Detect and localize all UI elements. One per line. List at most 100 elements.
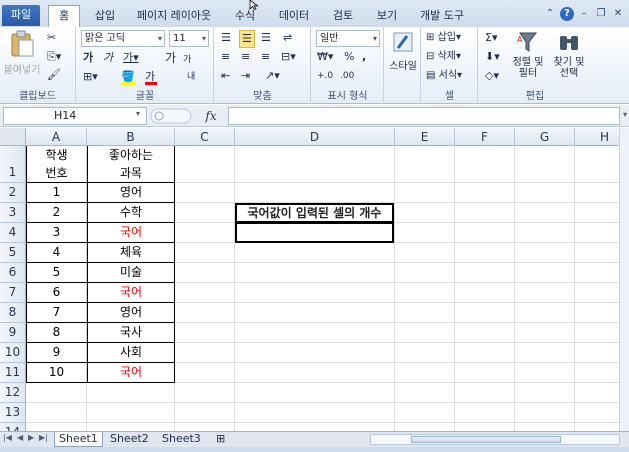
autosum-icon[interactable]: Σ▾ xyxy=(485,30,497,46)
next-sheet-icon[interactable]: ▶ xyxy=(28,433,34,442)
horizontal-scrollbar[interactable] xyxy=(370,434,620,445)
ribbon-collapse-icon[interactable]: ⌃ xyxy=(543,7,557,21)
column-header[interactable]: C xyxy=(175,128,235,146)
table-cell[interactable]: 미술 xyxy=(87,263,175,282)
table-cell[interactable]: 10 xyxy=(26,363,87,382)
table-cell[interactable]: 좋아하는 xyxy=(87,147,175,164)
column-header[interactable]: B xyxy=(87,128,175,146)
align-bottom-icon[interactable]: ☰ xyxy=(261,30,271,46)
find-select-button[interactable]: 찾기 및 선택 xyxy=(549,30,589,79)
percent-button[interactable]: % xyxy=(344,49,354,65)
insert-cells-button[interactable]: ⊞ 삽입▾ xyxy=(426,30,461,46)
worksheet-grid[interactable]: ABCDEFGH 1234567891011121314 학생번호좋아하는과목1… xyxy=(0,128,619,431)
column-header[interactable]: F xyxy=(455,128,515,146)
formula-input[interactable] xyxy=(228,107,620,125)
help-icon[interactable]: ? xyxy=(560,7,574,21)
align-middle-icon[interactable]: ☰ xyxy=(239,30,255,48)
wrap-text-icon[interactable]: ⇌ xyxy=(283,30,292,46)
row-header[interactable]: 8 xyxy=(0,303,26,323)
italic-button[interactable]: 가 xyxy=(103,50,113,66)
merge-center-icon[interactable]: ⊟▾ xyxy=(281,49,296,65)
sheet-tab-1[interactable]: Sheet1 xyxy=(54,432,103,447)
row-header[interactable]: 7 xyxy=(0,283,26,303)
formula-zoom-slider[interactable] xyxy=(150,108,192,124)
row-header[interactable]: 9 xyxy=(0,323,26,343)
row-header[interactable]: 1 xyxy=(0,146,26,183)
table-cell[interactable]: 국어 xyxy=(87,283,175,302)
bold-button[interactable]: 가 xyxy=(83,50,93,66)
minimize-icon[interactable]: – xyxy=(577,7,591,21)
close-icon[interactable]: ✕ xyxy=(611,7,625,21)
align-right-icon[interactable]: ≡ xyxy=(261,49,270,65)
tab-view[interactable]: 보기 xyxy=(372,6,402,28)
table-cell[interactable]: 2 xyxy=(26,203,87,222)
table-cell[interactable]: 국사 xyxy=(87,323,175,342)
row-header[interactable]: 5 xyxy=(0,243,26,263)
horizontal-scroll-thumb[interactable] xyxy=(411,436,561,443)
align-center-icon[interactable]: ≡ xyxy=(241,49,250,65)
row-header[interactable]: 4 xyxy=(0,223,26,243)
row-header[interactable]: 12 xyxy=(0,383,26,403)
restore-icon[interactable]: ❐ xyxy=(594,7,608,21)
sort-filter-button[interactable]: A 정렬 및 필터 xyxy=(509,30,547,79)
font-size-select[interactable]: 11 ▾ xyxy=(169,30,209,47)
paste-button[interactable]: 붙여넣기 xyxy=(3,30,41,88)
currency-icon[interactable]: ₩▾ xyxy=(317,49,333,65)
tab-page-layout[interactable]: 페이지 레이아웃 xyxy=(134,6,214,28)
table-cell[interactable]: 수학 xyxy=(87,203,175,222)
table-cell[interactable]: 5 xyxy=(26,263,87,282)
table-cell[interactable]: 6 xyxy=(26,283,87,302)
row-header[interactable]: 3 xyxy=(0,203,26,223)
vertical-scrollbar[interactable] xyxy=(619,128,629,431)
tab-file[interactable]: 파일 xyxy=(2,5,40,26)
grow-font-button[interactable]: 가 xyxy=(165,50,176,66)
column-header[interactable]: E xyxy=(395,128,455,146)
table-cell[interactable]: 체육 xyxy=(87,243,175,262)
table-cell[interactable]: 국어 xyxy=(87,223,175,242)
shrink-font-button[interactable]: 가 xyxy=(183,52,191,68)
cut-icon[interactable]: ✂ xyxy=(47,30,56,46)
styles-button[interactable]: 스타일 xyxy=(387,30,419,72)
select-all-corner[interactable] xyxy=(0,128,26,146)
table-cell[interactable]: 과목 xyxy=(87,165,175,182)
font-color-icon[interactable]: 가 xyxy=(145,69,157,85)
table-cell[interactable]: 사회 xyxy=(87,343,175,362)
tab-developer[interactable]: 개발 도구 xyxy=(416,6,468,28)
table-cell[interactable]: 영어 xyxy=(87,303,175,322)
last-sheet-icon[interactable]: ▶| xyxy=(39,433,48,442)
table-cell[interactable]: 번호 xyxy=(26,165,87,182)
decrease-decimal-icon[interactable]: .00 xyxy=(340,68,354,84)
clear-icon[interactable]: ◇▾ xyxy=(485,68,499,84)
borders-icon[interactable]: ⊞▾ xyxy=(83,69,98,85)
orientation-icon[interactable]: ↗▾ xyxy=(265,68,280,84)
expand-formula-bar-icon[interactable]: ▾ xyxy=(623,110,627,119)
tab-insert[interactable]: 삽입 xyxy=(90,6,120,28)
table-cell[interactable]: 학생 xyxy=(26,147,87,164)
copy-icon[interactable]: ⎘▾ xyxy=(47,49,61,65)
column-header[interactable]: D xyxy=(235,128,395,146)
format-painter-icon[interactable]: 🖌 xyxy=(47,67,61,83)
row-header[interactable]: 10 xyxy=(0,343,26,363)
phonetic-icon[interactable]: 내 xyxy=(187,69,195,85)
insert-sheet-icon[interactable]: ⊞ xyxy=(212,432,229,447)
result-label-cell[interactable]: 국어값이 입력된 셀의 개수 xyxy=(235,203,394,223)
insert-function-button[interactable]: fx xyxy=(196,107,226,125)
prev-sheet-icon[interactable]: ◀ xyxy=(17,433,23,442)
table-cell[interactable]: 9 xyxy=(26,343,87,362)
table-cell[interactable]: 국어 xyxy=(87,363,175,382)
increase-decimal-icon[interactable]: +.0 xyxy=(317,68,333,84)
decrease-indent-icon[interactable]: ⇤ xyxy=(221,68,230,84)
align-top-icon[interactable]: ☰ xyxy=(221,30,231,46)
sheet-tab-2[interactable]: Sheet2 xyxy=(106,432,153,447)
delete-cells-button[interactable]: ⊟ 삭제▾ xyxy=(426,49,461,65)
underline-button[interactable]: 가▾ xyxy=(123,50,139,66)
table-cell[interactable]: 7 xyxy=(26,303,87,322)
font-name-select[interactable]: 맑은 고딕 ▾ xyxy=(81,30,165,47)
increase-indent-icon[interactable]: ⇥ xyxy=(241,68,250,84)
chevron-down-icon[interactable]: ▾ xyxy=(136,109,140,118)
number-format-select[interactable]: 일반 ▾ xyxy=(316,30,380,47)
row-header[interactable]: 14 xyxy=(0,423,26,431)
column-header[interactable]: G xyxy=(515,128,575,146)
column-header[interactable]: H xyxy=(575,128,619,146)
sheet-tab-3[interactable]: Sheet3 xyxy=(158,432,205,447)
